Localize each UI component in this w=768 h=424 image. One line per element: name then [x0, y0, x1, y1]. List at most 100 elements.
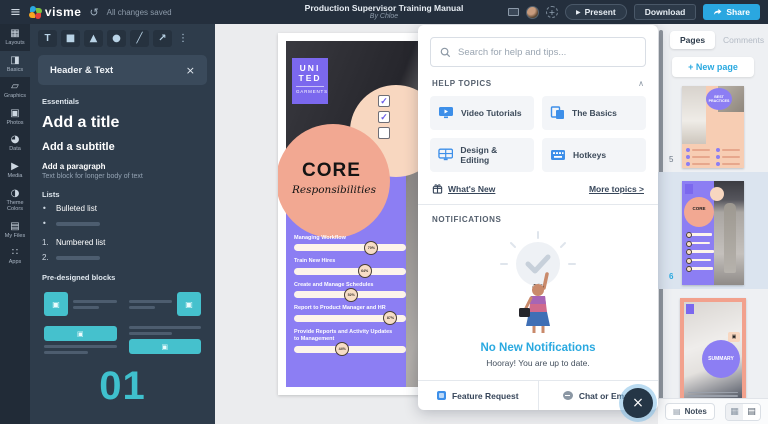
progress-track: 87% [294, 315, 406, 322]
download-button[interactable]: Download [634, 4, 697, 20]
sidebar-item-theme-colors[interactable]: ◑ Theme Colors [0, 184, 30, 217]
help-search[interactable] [430, 37, 646, 67]
page-number: 6 [669, 272, 673, 281]
visme-logo-icon [29, 6, 42, 19]
whats-new-link[interactable]: What's New [432, 183, 495, 194]
device-preview-icon[interactable] [508, 8, 519, 16]
topic-design-editing[interactable]: Design & Editing [430, 138, 534, 172]
square-tool-button[interactable]: ■ [61, 30, 80, 47]
text-tool-button[interactable]: T [38, 30, 57, 47]
undo-icon[interactable]: ↺ [89, 6, 98, 19]
progress-item[interactable]: Train New Hires 64% [294, 258, 408, 274]
triangle-tool-button[interactable]: ▲ [84, 30, 103, 47]
line-tool-button[interactable]: ╱ [130, 30, 149, 47]
progress-item[interactable]: Report to Product Manager and HR 87% [294, 305, 408, 321]
page-row-6-selected: CORE 6 [658, 172, 768, 289]
blocks-label: Pre-designed blocks [30, 265, 215, 284]
topic-hotkeys[interactable]: Hotkeys [542, 138, 646, 172]
theme-colors-icon: ◑ [11, 189, 20, 199]
progress-item[interactable]: Create and Manage Schedules 52% [294, 282, 408, 298]
more-topics-link[interactable]: More topics > [589, 184, 644, 194]
no-notifications-title: No New Notifications [430, 342, 646, 354]
video-tutorials-icon [438, 106, 454, 120]
sidebar-item-media[interactable]: ▶ Media [0, 157, 30, 184]
chevron-up-icon[interactable]: ∧ [638, 79, 644, 88]
progress-value-badge: 44% [335, 342, 349, 356]
topic-the-basics[interactable]: The Basics [542, 96, 646, 130]
bullet-icon: • [42, 219, 50, 228]
circle-tool-button[interactable]: ● [107, 30, 126, 47]
panel-header: Header & Text × [38, 55, 207, 85]
help-search-input[interactable] [458, 47, 636, 58]
data-icon: ◕ [11, 135, 20, 145]
block-image-right[interactable]: ▣ [129, 292, 202, 316]
sidebar-item-photos[interactable]: ▣ Photos [0, 104, 30, 131]
add-paragraph-item[interactable]: Add a paragraph Text block for longer bo… [30, 157, 215, 182]
sidebar-item-basics[interactable]: ◨ Basics [0, 51, 30, 78]
no-notifications-subtitle: Hooray! You are up to date. [430, 358, 646, 368]
numbered-list-item[interactable]: 1. Numbered list [30, 235, 215, 250]
hamburger-menu-icon[interactable]: ≡ [10, 5, 21, 20]
page-thumbnail-6[interactable]: CORE [682, 181, 744, 285]
document-title[interactable]: Production Supervisor Training Manual [305, 3, 464, 13]
bulleted-list-item[interactable]: • Bulleted list [30, 201, 215, 216]
add-subtitle-item[interactable]: Add a subtitle [30, 136, 215, 157]
new-page-button[interactable]: + New page [672, 57, 754, 77]
notes-button[interactable]: ▤ Notes [665, 403, 715, 420]
numbered-list-placeholder: 2. [30, 250, 215, 265]
topic-video-tutorials[interactable]: Video Tutorials [430, 96, 534, 130]
basics-icon: ◨ [10, 56, 19, 66]
hotkeys-icon [550, 149, 566, 161]
numbered-block-preview[interactable]: 01 [30, 364, 215, 409]
close-panel-icon[interactable]: × [186, 64, 195, 77]
lists-label: Lists [30, 182, 215, 201]
checkbox-checked[interactable]: ✓ [378, 111, 390, 123]
image-placeholder-icon: ▣ [177, 292, 201, 316]
notes-icon: ▤ [673, 407, 681, 416]
core-subheading[interactable]: Responsibilities [292, 184, 376, 196]
pages-sidebar: Pages Comments + New page BEST PRACTICES… [658, 24, 768, 424]
chat-icon [563, 391, 573, 400]
block-banner-bottom[interactable]: ▣ [129, 326, 202, 354]
add-collaborator-button[interactable]: + [546, 6, 558, 18]
close-help-button[interactable]: × [623, 388, 653, 418]
visme-editor: ≡ visme ↺ All changes saved Production S… [0, 0, 768, 424]
block-banner-top[interactable]: ▣ [44, 326, 117, 354]
core-heading[interactable]: CORE [302, 160, 361, 182]
checkbox-empty[interactable] [378, 127, 390, 139]
present-button[interactable]: ▶ Present [565, 4, 627, 20]
image-placeholder-icon: ▣ [44, 326, 117, 341]
tab-comments[interactable]: Comments [717, 31, 768, 49]
page-thumbnail-5[interactable]: BEST PRACTICES [682, 86, 744, 168]
share-button[interactable]: Share [703, 4, 760, 20]
the-basics-icon [550, 106, 565, 120]
grid-view-icon[interactable]: ▦ [726, 404, 743, 420]
progress-item[interactable]: Provide Reports and Activity Updates to … [294, 329, 408, 353]
checkbox-checked[interactable]: ✓ [378, 95, 390, 107]
block-image-left[interactable]: ▣ [44, 292, 117, 316]
user-avatar[interactable] [526, 6, 539, 19]
play-icon: ▶ [576, 9, 581, 16]
shape-toolbar: T ■ ▲ ● ╱ ↗ ⋮ [30, 24, 215, 51]
graphics-icon: ▱ [11, 82, 19, 92]
list-view-icon[interactable]: ▤ [743, 404, 760, 420]
core-title-circle[interactable]: CORE Responsibilities [278, 124, 390, 238]
brand-badge[interactable]: UNI TED GARMENTS [292, 58, 328, 104]
add-title-item[interactable]: Add a title [30, 108, 215, 136]
progress-track: 64% [294, 268, 406, 275]
sidebar-item-my-files[interactable]: ▤ My Files [0, 217, 30, 244]
sidebar-item-data[interactable]: ◕ Data [0, 130, 30, 157]
left-icon-rail: ▦ Layouts ◨ Basics ▱ Graphics ▣ Photos ◕… [0, 24, 30, 424]
sidebar-item-layouts[interactable]: ▦ Layouts [0, 24, 30, 51]
search-icon [440, 47, 451, 58]
more-tools-icon[interactable]: ⋮ [178, 33, 188, 44]
page-thumbnail-7[interactable]: SUMMARY ▣ [680, 298, 746, 410]
progress-item[interactable]: Managing Workflow 70% [294, 235, 408, 251]
sidebar-item-graphics[interactable]: ▱ Graphics [0, 77, 30, 104]
feature-request-button[interactable]: Feature Request [418, 381, 538, 410]
essentials-label: Essentials [30, 89, 215, 108]
visme-logo[interactable]: visme [29, 5, 82, 19]
sidebar-item-apps[interactable]: ∷ Apps [0, 243, 30, 270]
arrow-tool-button[interactable]: ↗ [153, 30, 172, 47]
tab-pages[interactable]: Pages [670, 31, 715, 49]
